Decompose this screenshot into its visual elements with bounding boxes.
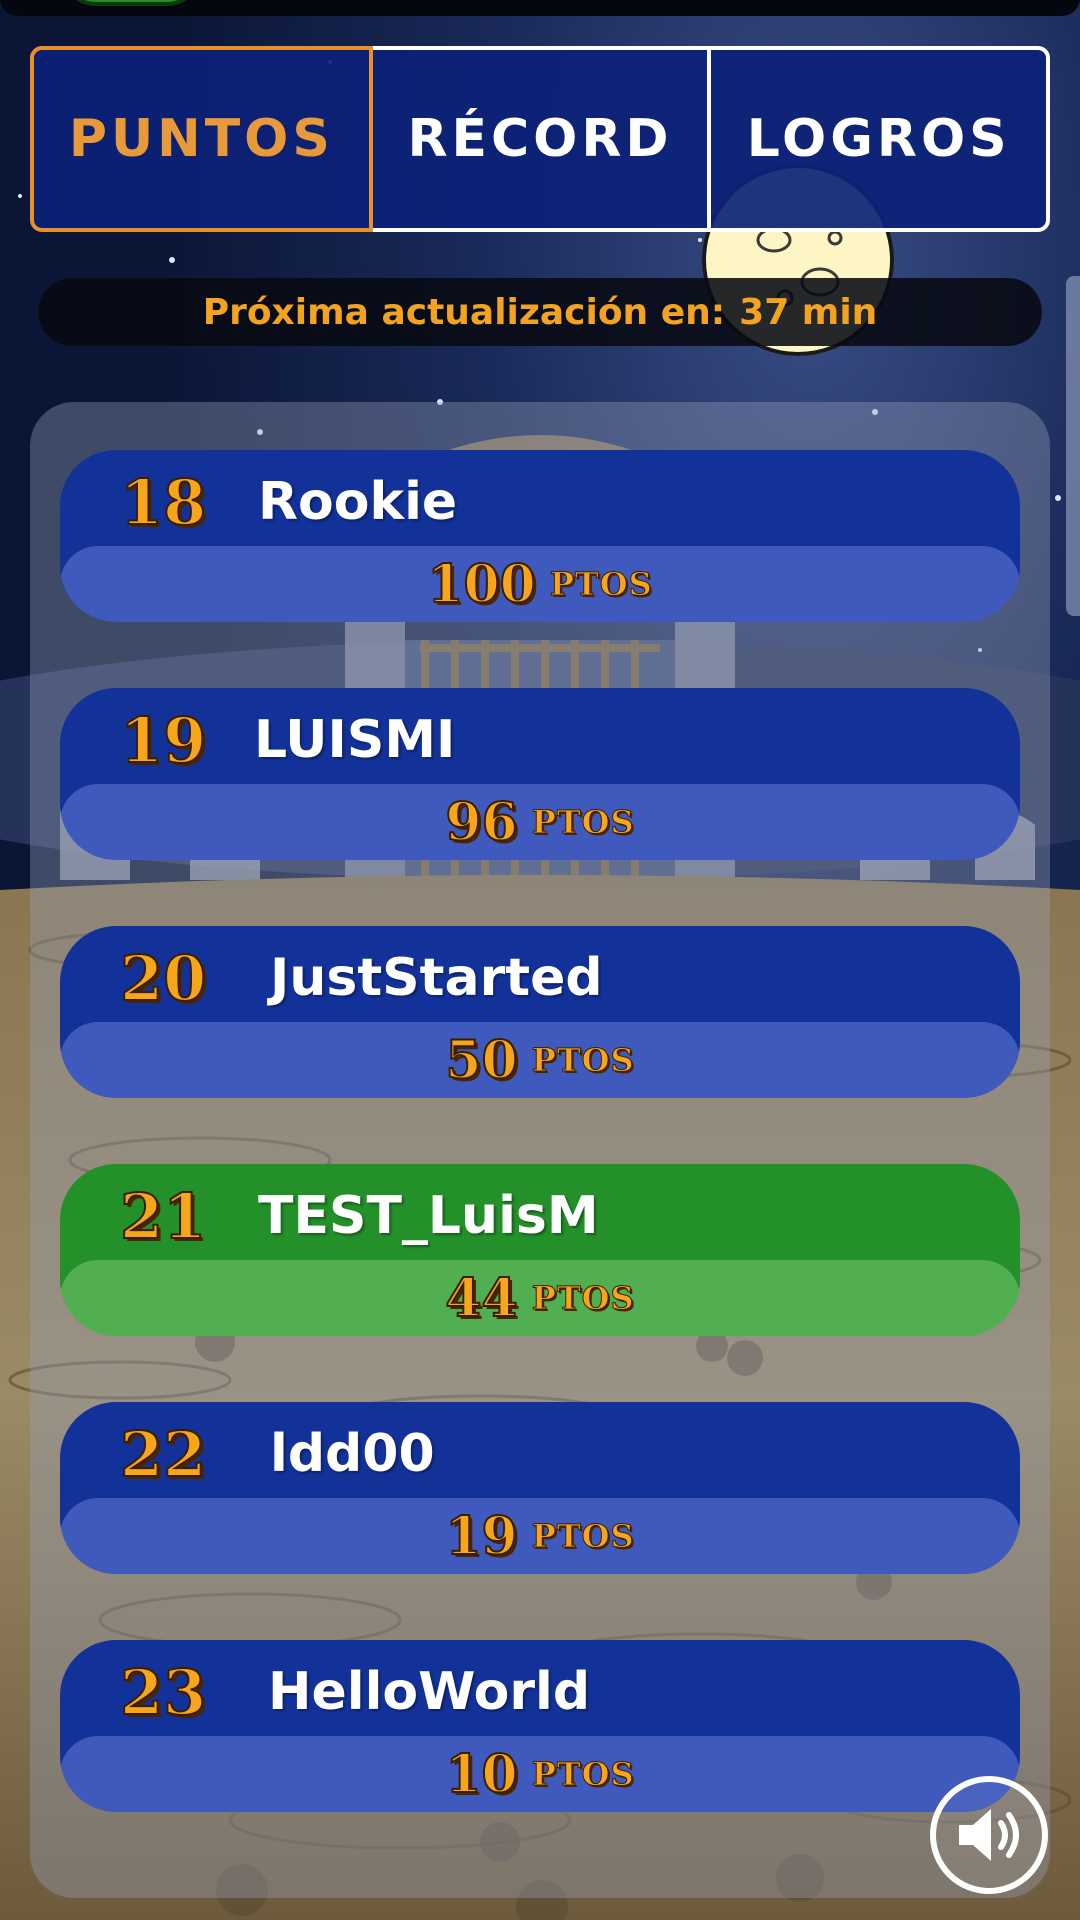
ranking-entry-current-user[interactable]: 21 TEST_LuisM 44 PTOS bbox=[60, 1164, 1020, 1336]
ranking-tabs: PUNTOS RÉCORD LOGROS bbox=[30, 46, 1051, 232]
points-value: 44 bbox=[444, 1267, 518, 1330]
ranking-entry[interactable]: 19 LUISMI 96 PTOS bbox=[60, 688, 1020, 860]
points-unit: PTOS bbox=[531, 803, 635, 842]
rank-number: 18 bbox=[119, 465, 207, 540]
next-update-banner: Próxima actualización en: 37 min bbox=[38, 278, 1042, 346]
tab-logros[interactable]: LOGROS bbox=[711, 46, 1051, 232]
ranking-entry[interactable]: 23 HelloWorld 10 PTOS bbox=[60, 1640, 1020, 1812]
points-unit: PTOS bbox=[531, 1755, 635, 1794]
points-unit: PTOS bbox=[531, 1517, 635, 1556]
top-bar bbox=[0, 0, 1080, 16]
player-name: ldd00 bbox=[270, 1424, 435, 1484]
rank-number: 21 bbox=[119, 1179, 207, 1254]
rank-number: 23 bbox=[119, 1655, 207, 1730]
speaker-icon bbox=[959, 1809, 1019, 1861]
points-unit: PTOS bbox=[549, 565, 653, 604]
ranking-entry[interactable]: 22 ldd00 19 PTOS bbox=[60, 1402, 1020, 1574]
ranking-list: 18 Rookie 100 PTOS 19 LUISMI 96 PTOS 20 … bbox=[30, 402, 1050, 1898]
tab-puntos[interactable]: PUNTOS bbox=[30, 46, 373, 232]
points-value: 50 bbox=[444, 1029, 518, 1092]
points-row: 44 PTOS bbox=[60, 1260, 1020, 1336]
points-value: 96 bbox=[444, 791, 518, 854]
points-row: 100 PTOS bbox=[60, 546, 1020, 622]
points-value: 19 bbox=[444, 1505, 518, 1568]
player-name: Rookie bbox=[258, 472, 458, 532]
rank-number: 22 bbox=[119, 1417, 207, 1492]
tab-record[interactable]: RÉCORD bbox=[372, 46, 712, 232]
ranking-entry[interactable]: 20 JustStarted 50 PTOS bbox=[60, 926, 1020, 1098]
points-value: 100 bbox=[426, 553, 537, 616]
points-row: 19 PTOS bbox=[60, 1498, 1020, 1574]
rank-number: 20 bbox=[119, 941, 207, 1016]
player-name: LUISMI bbox=[254, 710, 456, 770]
points-unit: PTOS bbox=[531, 1279, 635, 1318]
player-name: TEST_LuisM bbox=[258, 1186, 599, 1246]
scrollbar[interactable] bbox=[1066, 276, 1080, 616]
top-bar-button[interactable] bbox=[60, 0, 203, 6]
points-value: 10 bbox=[444, 1743, 518, 1806]
next-update-label: Próxima actualización en: bbox=[202, 291, 726, 333]
ranking-entry[interactable]: 18 Rookie 100 PTOS bbox=[60, 450, 1020, 622]
next-update-value: 37 min bbox=[739, 291, 878, 333]
points-row: 96 PTOS bbox=[60, 784, 1020, 860]
points-row: 10 PTOS bbox=[60, 1736, 1020, 1812]
sound-toggle-button[interactable] bbox=[930, 1776, 1048, 1894]
player-name: JustStarted bbox=[270, 948, 603, 1008]
points-row: 50 PTOS bbox=[60, 1022, 1020, 1098]
points-unit: PTOS bbox=[531, 1041, 635, 1080]
rank-number: 19 bbox=[119, 703, 207, 778]
player-name: HelloWorld bbox=[268, 1662, 591, 1722]
